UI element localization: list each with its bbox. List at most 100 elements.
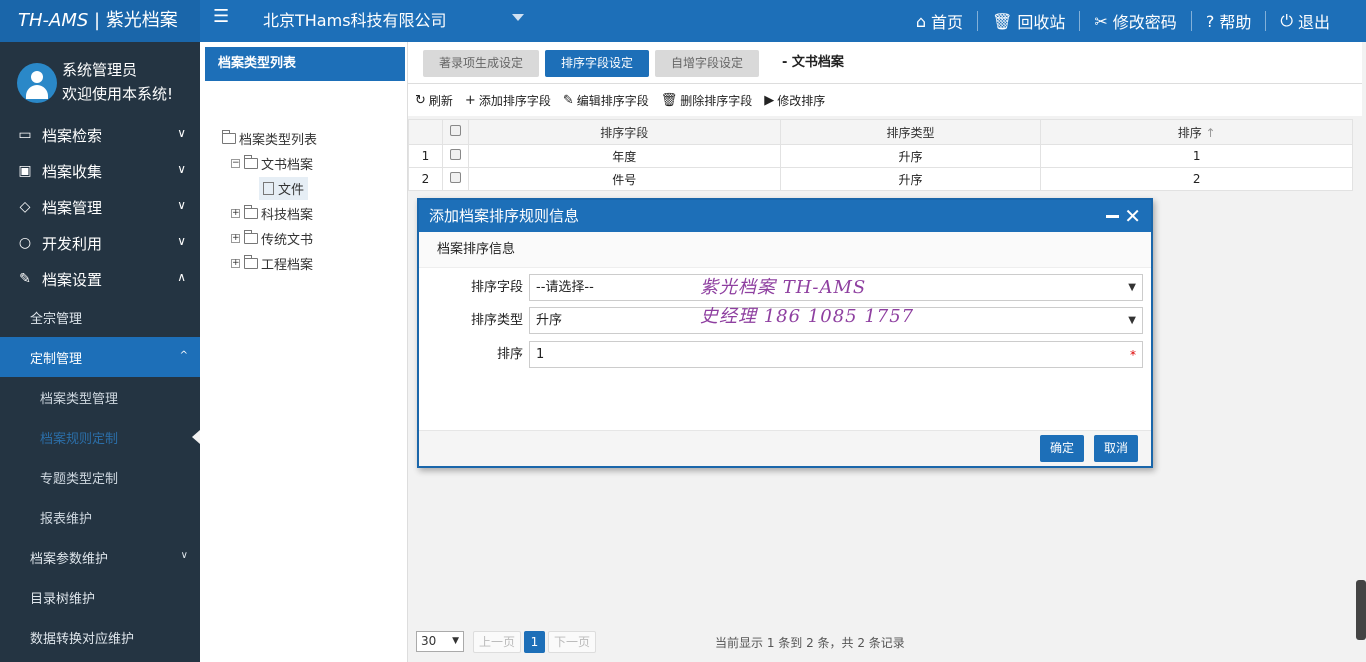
sidebar-item-custom[interactable]: 定制管理 ^ [0, 337, 200, 377]
chevron-up-icon: ^ [179, 350, 188, 361]
sidebar-item-settings[interactable]: ✎ 档案设置 ∧ [0, 261, 200, 297]
sort-type-label: 排序类型 [470, 313, 523, 328]
chevron-down-icon: ∨ [177, 126, 186, 140]
topnav-home[interactable]: ⌂ 首页 [902, 11, 977, 33]
sidebar-item-report[interactable]: 报表维护 [0, 497, 200, 537]
cancel-button[interactable]: 取消 [1094, 435, 1139, 462]
select-all-checkbox[interactable] [449, 125, 461, 136]
edit-sort-field-button[interactable]: ✎ 编辑排序字段 [563, 92, 649, 109]
modify-sort-button[interactable]: ▶ 修改排序 [764, 92, 825, 109]
help-icon: ? [1205, 11, 1215, 31]
expand-icon[interactable]: + [231, 259, 240, 268]
tab-bar: 著录项生成设定 排序字段设定 自增字段设定 - 文书档案 [408, 42, 1362, 84]
tab-sort-field[interactable]: 排序字段设定 [545, 50, 649, 77]
folder-icon [222, 130, 236, 144]
bulb-icon: ○ [18, 235, 32, 251]
top-nav: ⌂ 首页 🗑 回收站 ✂ 修改密码 ? 帮助 ⏻ 退出 [902, 0, 1344, 42]
inbox-icon: ▣ [18, 163, 32, 179]
user-welcome: 欢迎使用本系统! [62, 85, 174, 103]
expand-icon[interactable]: + [231, 209, 240, 218]
table-row[interactable]: 1 年度 升序 1 [408, 144, 1353, 168]
sort-order-input[interactable]: 1 * [529, 341, 1143, 368]
type-tree-panel: 档案类型列表 档案类型列表 − 文书档案 文件 + 科技档案 + 传统文书 + 工程档案 [200, 42, 408, 662]
sort-order-row: 排序 1 * [419, 341, 1151, 368]
topnav-logout[interactable]: ⏻ 退出 [1265, 11, 1344, 32]
app-logo: TH-AMS | 紫光档案 [0, 0, 200, 42]
row-checkbox[interactable] [449, 172, 461, 183]
folder-icon [244, 205, 258, 219]
tree-node-traditional[interactable]: + 传统文书 [231, 226, 313, 251]
tree-node-docs[interactable]: − 文书档案 [231, 151, 313, 176]
close-icon[interactable]: ✕ [1124, 200, 1141, 232]
edit-icon: ✎ [562, 92, 574, 108]
file-icon [263, 182, 274, 195]
company-caret-icon[interactable] [512, 14, 524, 21]
tree-node-tech[interactable]: + 科技档案 [231, 201, 313, 226]
header-sort-order[interactable]: 排序 ↑ [1040, 119, 1353, 145]
next-page-button[interactable]: 下一页 [548, 631, 596, 653]
row-checkbox[interactable] [449, 149, 461, 160]
confirm-button[interactable]: 确定 [1040, 435, 1085, 462]
sidebar: 系统管理员 欢迎使用本系统! ▭ 档案检索 ∨ ▣ 档案收集 ∨ ◇ 档案管理 ∨ ○ 开发利… [0, 42, 200, 662]
current-page[interactable]: 1 [524, 631, 545, 653]
sidebar-item-search[interactable]: ▭ 档案检索 ∨ [0, 117, 200, 153]
page-size-select[interactable]: 30 ▼ [416, 631, 464, 652]
sidebar-item-topic-custom[interactable]: 专题类型定制 [0, 457, 200, 497]
sort-asc-icon: ↑ [1205, 125, 1216, 140]
pager-info: 当前显示 1 条到 2 条，共 2 条记录 [715, 636, 905, 650]
minimize-icon[interactable] [1106, 215, 1119, 218]
watermark-line1: 紫光档案 TH-AMS [700, 277, 867, 298]
sidebar-item-tree[interactable]: 目录树维护 [0, 577, 200, 617]
tab-auto-increment[interactable]: 自增字段设定 [655, 50, 759, 77]
sidebar-item-rule-custom[interactable]: 档案规则定制 [0, 417, 200, 457]
sidebar-item-params[interactable]: 档案参数维护 ∨ [0, 537, 200, 577]
add-sort-field-button[interactable]: + 添加排序字段 [465, 92, 551, 109]
dialog-footer: 确定 取消 [419, 430, 1151, 466]
topnav-password[interactable]: ✂ 修改密码 [1079, 11, 1190, 32]
logo-cn: 紫光档案 [105, 10, 178, 31]
sidebar-item-collect[interactable]: ▣ 档案收集 ∨ [0, 153, 200, 189]
topnav-help[interactable]: ? 帮助 [1190, 11, 1266, 32]
sidebar-item-type-manage[interactable]: 档案类型管理 [0, 377, 200, 417]
header-sort-type[interactable]: 排序类型 [779, 119, 1042, 145]
header-sort-field[interactable]: 排序字段 [467, 119, 781, 145]
dialog-title: 添加档案排序规则信息 [429, 207, 580, 225]
note-icon: ▭ [18, 127, 32, 143]
topnav-recycle[interactable]: 🗑 回收站 [977, 11, 1079, 32]
folder-icon [244, 155, 258, 169]
sidebar-item-manage[interactable]: ◇ 档案管理 ∨ [0, 189, 200, 225]
tree-node-file[interactable]: 文件 [259, 176, 309, 201]
trash-icon: 🗑 [992, 11, 1013, 31]
watermark-line2: 史经理 186 1085 1757 [700, 306, 915, 327]
header-select-all[interactable] [441, 119, 469, 145]
trash-icon: 🗑 [660, 92, 678, 108]
header-rownum [408, 119, 443, 145]
tab-item-generate[interactable]: 著录项生成设定 [423, 50, 539, 77]
tree-node-root[interactable]: 档案类型列表 [222, 126, 317, 151]
table-row[interactable]: 2 件号 升序 2 [408, 167, 1353, 191]
user-name: 系统管理员 [62, 61, 138, 79]
expand-icon[interactable]: + [231, 234, 240, 243]
table-header-row: 排序字段 排序类型 排序 ↑ [408, 119, 1353, 145]
menu-toggle-icon[interactable]: ☰ [213, 8, 229, 26]
refresh-button[interactable]: ↻ 刷新 [415, 92, 453, 109]
tools-icon: ✂ [1094, 11, 1108, 31]
sidebar-item-convert[interactable]: 数据转换对应维护 [0, 617, 200, 657]
sidebar-item-develop[interactable]: ○ 开发利用 ∨ [0, 225, 200, 261]
dialog-header: 添加档案排序规则信息 ✕ [419, 200, 1151, 232]
add-sort-rule-dialog: 添加档案排序规则信息 ✕ 档案排序信息 排序字段 --请选择-- ▼ 排序类型 升… [417, 198, 1153, 468]
sort-order-label: 排序 [496, 347, 523, 362]
sidebar-item-qz[interactable]: 全宗管理 [0, 297, 200, 337]
tree-header: 档案类型列表 [205, 47, 405, 81]
tree-node-engineering[interactable]: + 工程档案 [231, 251, 313, 276]
folder-icon [244, 230, 258, 244]
tab-context-title: - 文书档案 [782, 55, 844, 70]
user-panel: 系统管理员 欢迎使用本系统! [0, 42, 200, 117]
pencil-icon: ✎ [19, 271, 31, 287]
prev-page-button[interactable]: 上一页 [473, 631, 521, 653]
delete-sort-field-button[interactable]: 🗑 删除排序字段 [661, 92, 753, 109]
chevron-down-icon: ∨ [177, 198, 186, 212]
company-name: 北京THams科技有限公司 [263, 11, 447, 30]
collapse-icon[interactable]: − [231, 159, 240, 168]
side-scroll-handle[interactable] [1356, 580, 1366, 640]
